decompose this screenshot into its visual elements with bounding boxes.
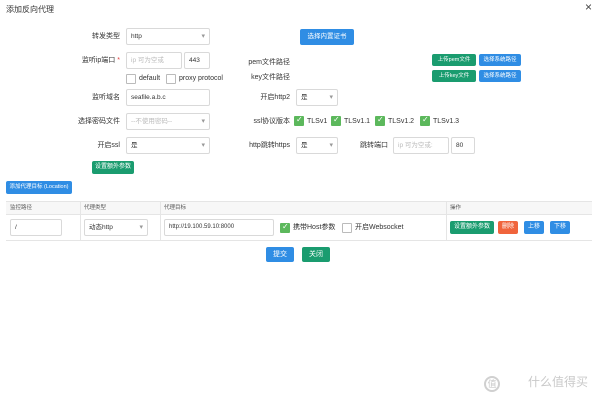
- redirect-ip-input[interactable]: ip 可为空或:: [393, 137, 449, 154]
- key-label: key文件路径: [251, 74, 290, 81]
- ssl-label: 开启ssl: [97, 142, 120, 149]
- choose-key-path-button[interactable]: 选择系统路径: [479, 70, 521, 82]
- default-checkbox-label: default: [139, 75, 161, 82]
- domain-input[interactable]: seafile.a.b.c: [126, 89, 210, 106]
- column-divider: [160, 202, 161, 214]
- choose-pem-path-button[interactable]: 选择系统路径: [479, 54, 521, 66]
- pem-label: pem文件路径: [248, 59, 290, 66]
- ssl-protocols-label: ssl协议版本: [253, 118, 290, 125]
- header-proxy-type: 代理类型: [84, 205, 107, 211]
- domain-label: 监听域名: [92, 94, 120, 101]
- tlsv1-2-label: TLSv1.2: [388, 118, 415, 125]
- column-divider: [80, 202, 81, 214]
- path-input[interactable]: /: [10, 219, 62, 236]
- proxy-type-select[interactable]: 动态http: [84, 219, 148, 236]
- column-divider: [80, 215, 81, 240]
- upload-key-button[interactable]: 上传key文件: [432, 70, 476, 82]
- delete-button[interactable]: 删除: [498, 221, 518, 234]
- websocket-checkbox[interactable]: [342, 223, 352, 233]
- http-redirect-label: http跳转https: [249, 142, 290, 149]
- move-down-button[interactable]: 下移: [550, 221, 570, 234]
- proxy-protocol-checkbox[interactable]: [166, 74, 176, 84]
- tlsv1-3-label: TLSv1.3: [433, 118, 460, 125]
- move-up-button[interactable]: 上移: [524, 221, 544, 234]
- header-proxy-target: 代理目标: [164, 205, 187, 211]
- proxy-protocol-label: proxy protocol: [179, 75, 223, 82]
- ssl-select[interactable]: 是: [126, 137, 210, 154]
- tlsv1-1-checkbox[interactable]: [331, 115, 341, 126]
- add-location-button[interactable]: 添加代理目标 (Location): [6, 181, 72, 194]
- tlsv1-2-checkbox[interactable]: [375, 115, 385, 126]
- submit-button[interactable]: 提交: [266, 247, 294, 262]
- proxy-target-input[interactable]: http://19.100.59.10:8000: [164, 219, 274, 236]
- tlsv1-label: TLSv1: [307, 118, 328, 125]
- default-checkbox[interactable]: [126, 74, 136, 84]
- watermark-logo-icon: 值: [484, 376, 500, 392]
- tlsv1-checkbox[interactable]: [294, 115, 304, 126]
- header-actions: 操作: [450, 205, 462, 211]
- http-redirect-select[interactable]: 是: [296, 137, 338, 154]
- watermark-text: 什么值得买: [527, 375, 588, 389]
- row-extra-params-button[interactable]: 设置额外参数: [450, 221, 494, 234]
- dialog-title: 添加反向代理: [6, 5, 54, 14]
- tlsv1-1-label: TLSv1.1: [344, 118, 371, 125]
- listen-port-input[interactable]: 443: [184, 52, 210, 69]
- forward-type-label: 转发类型: [92, 33, 120, 40]
- carry-host-label: 携带Host参数: [293, 224, 336, 231]
- http2-label: 开启http2: [260, 94, 290, 101]
- location-table-header: 监控路径 代理类型 代理目标 操作: [6, 201, 592, 215]
- header-path: 监控路径: [10, 205, 33, 211]
- extra-params-button[interactable]: 设置额外参数: [92, 161, 134, 174]
- builtin-cert-button[interactable]: 选择内置证书: [300, 29, 354, 45]
- close-button[interactable]: 关闭: [302, 247, 330, 262]
- websocket-label: 开启Websocket: [355, 224, 404, 231]
- listen-ip-input[interactable]: ip 可为空或: [126, 52, 182, 69]
- password-file-label: 选择密码文件: [78, 118, 120, 125]
- table-row: / 动态http http://19.100.59.10:8000 携带Host…: [6, 215, 592, 241]
- forward-type-value: http: [131, 33, 142, 40]
- redirect-port-input[interactable]: 80: [451, 137, 475, 154]
- column-divider: [160, 215, 161, 240]
- tlsv1-3-checkbox[interactable]: [420, 115, 430, 126]
- redirect-port-label: 跳转端口: [360, 142, 388, 149]
- listen-label: 监听ip端口 *: [81, 57, 120, 64]
- forward-type-select[interactable]: http: [126, 28, 210, 45]
- column-divider: [446, 202, 447, 214]
- carry-host-checkbox[interactable]: [280, 222, 290, 233]
- upload-pem-button[interactable]: 上传pem文件: [432, 54, 476, 66]
- close-icon[interactable]: ×: [585, 1, 592, 13]
- http2-select[interactable]: 是: [296, 89, 338, 106]
- column-divider: [446, 215, 447, 240]
- password-file-select[interactable]: --不使用密码--: [126, 113, 210, 130]
